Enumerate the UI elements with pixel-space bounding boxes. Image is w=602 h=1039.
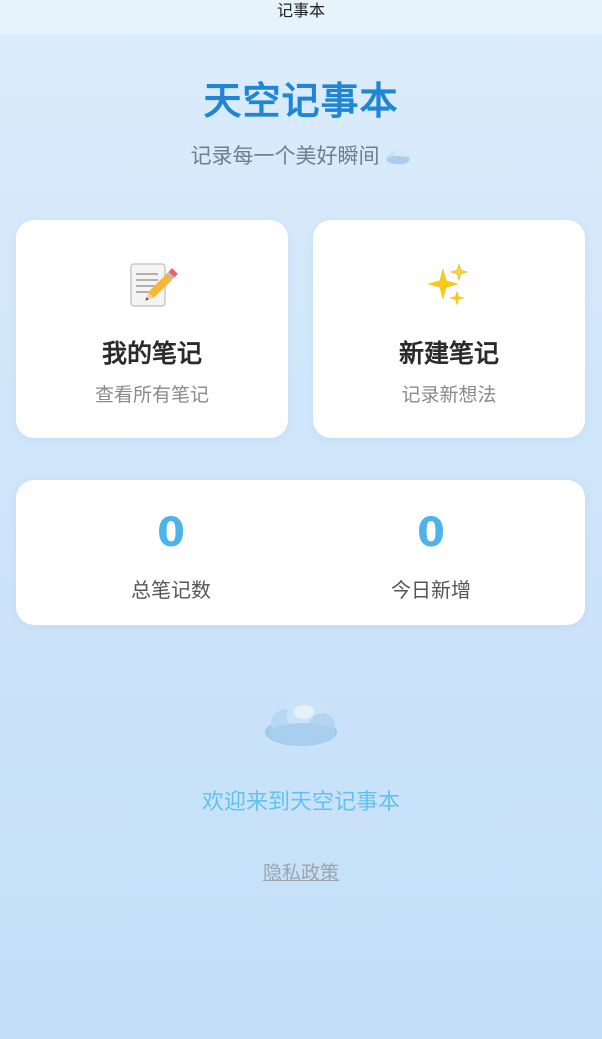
cloud-icon: [385, 148, 410, 165]
sparkles-icon: [313, 260, 585, 312]
new-note-title: 新建笔记: [398, 339, 499, 368]
cloud-icon: [265, 697, 337, 746]
welcome-text: 欢迎来到天空记事本: [201, 790, 400, 815]
app-subtitle: 记录每一个美好瞬间: [0, 140, 602, 170]
memo-pencil-icon: [16, 260, 288, 312]
stat-total: 0 总笔记数: [41, 480, 301, 625]
stat-today-label: 今日新增: [391, 578, 471, 602]
stat-total-label: 总笔记数: [131, 578, 211, 602]
my-notes-card[interactable]: 我的笔记 查看所有笔记: [16, 220, 288, 438]
subtitle-text: 记录每一个美好瞬间: [190, 144, 380, 168]
my-notes-desc: 查看所有笔记: [94, 384, 209, 406]
privacy-policy-link[interactable]: 隐私政策: [0, 858, 602, 885]
nav-title: 记事本: [276, 1, 325, 20]
stat-today-value: 0: [417, 510, 445, 556]
app-title: 天空记事本: [203, 79, 399, 123]
nav-bar: 记事本: [0, 0, 602, 34]
my-notes-title: 我的笔记: [101, 339, 202, 368]
stat-total-value: 0: [157, 510, 185, 556]
stats-card: 0 总笔记数 0 今日新增: [16, 480, 585, 625]
stat-today: 0 今日新增: [301, 480, 561, 625]
new-note-card[interactable]: 新建笔记 记录新想法: [313, 220, 585, 438]
new-note-desc: 记录新想法: [401, 384, 497, 406]
